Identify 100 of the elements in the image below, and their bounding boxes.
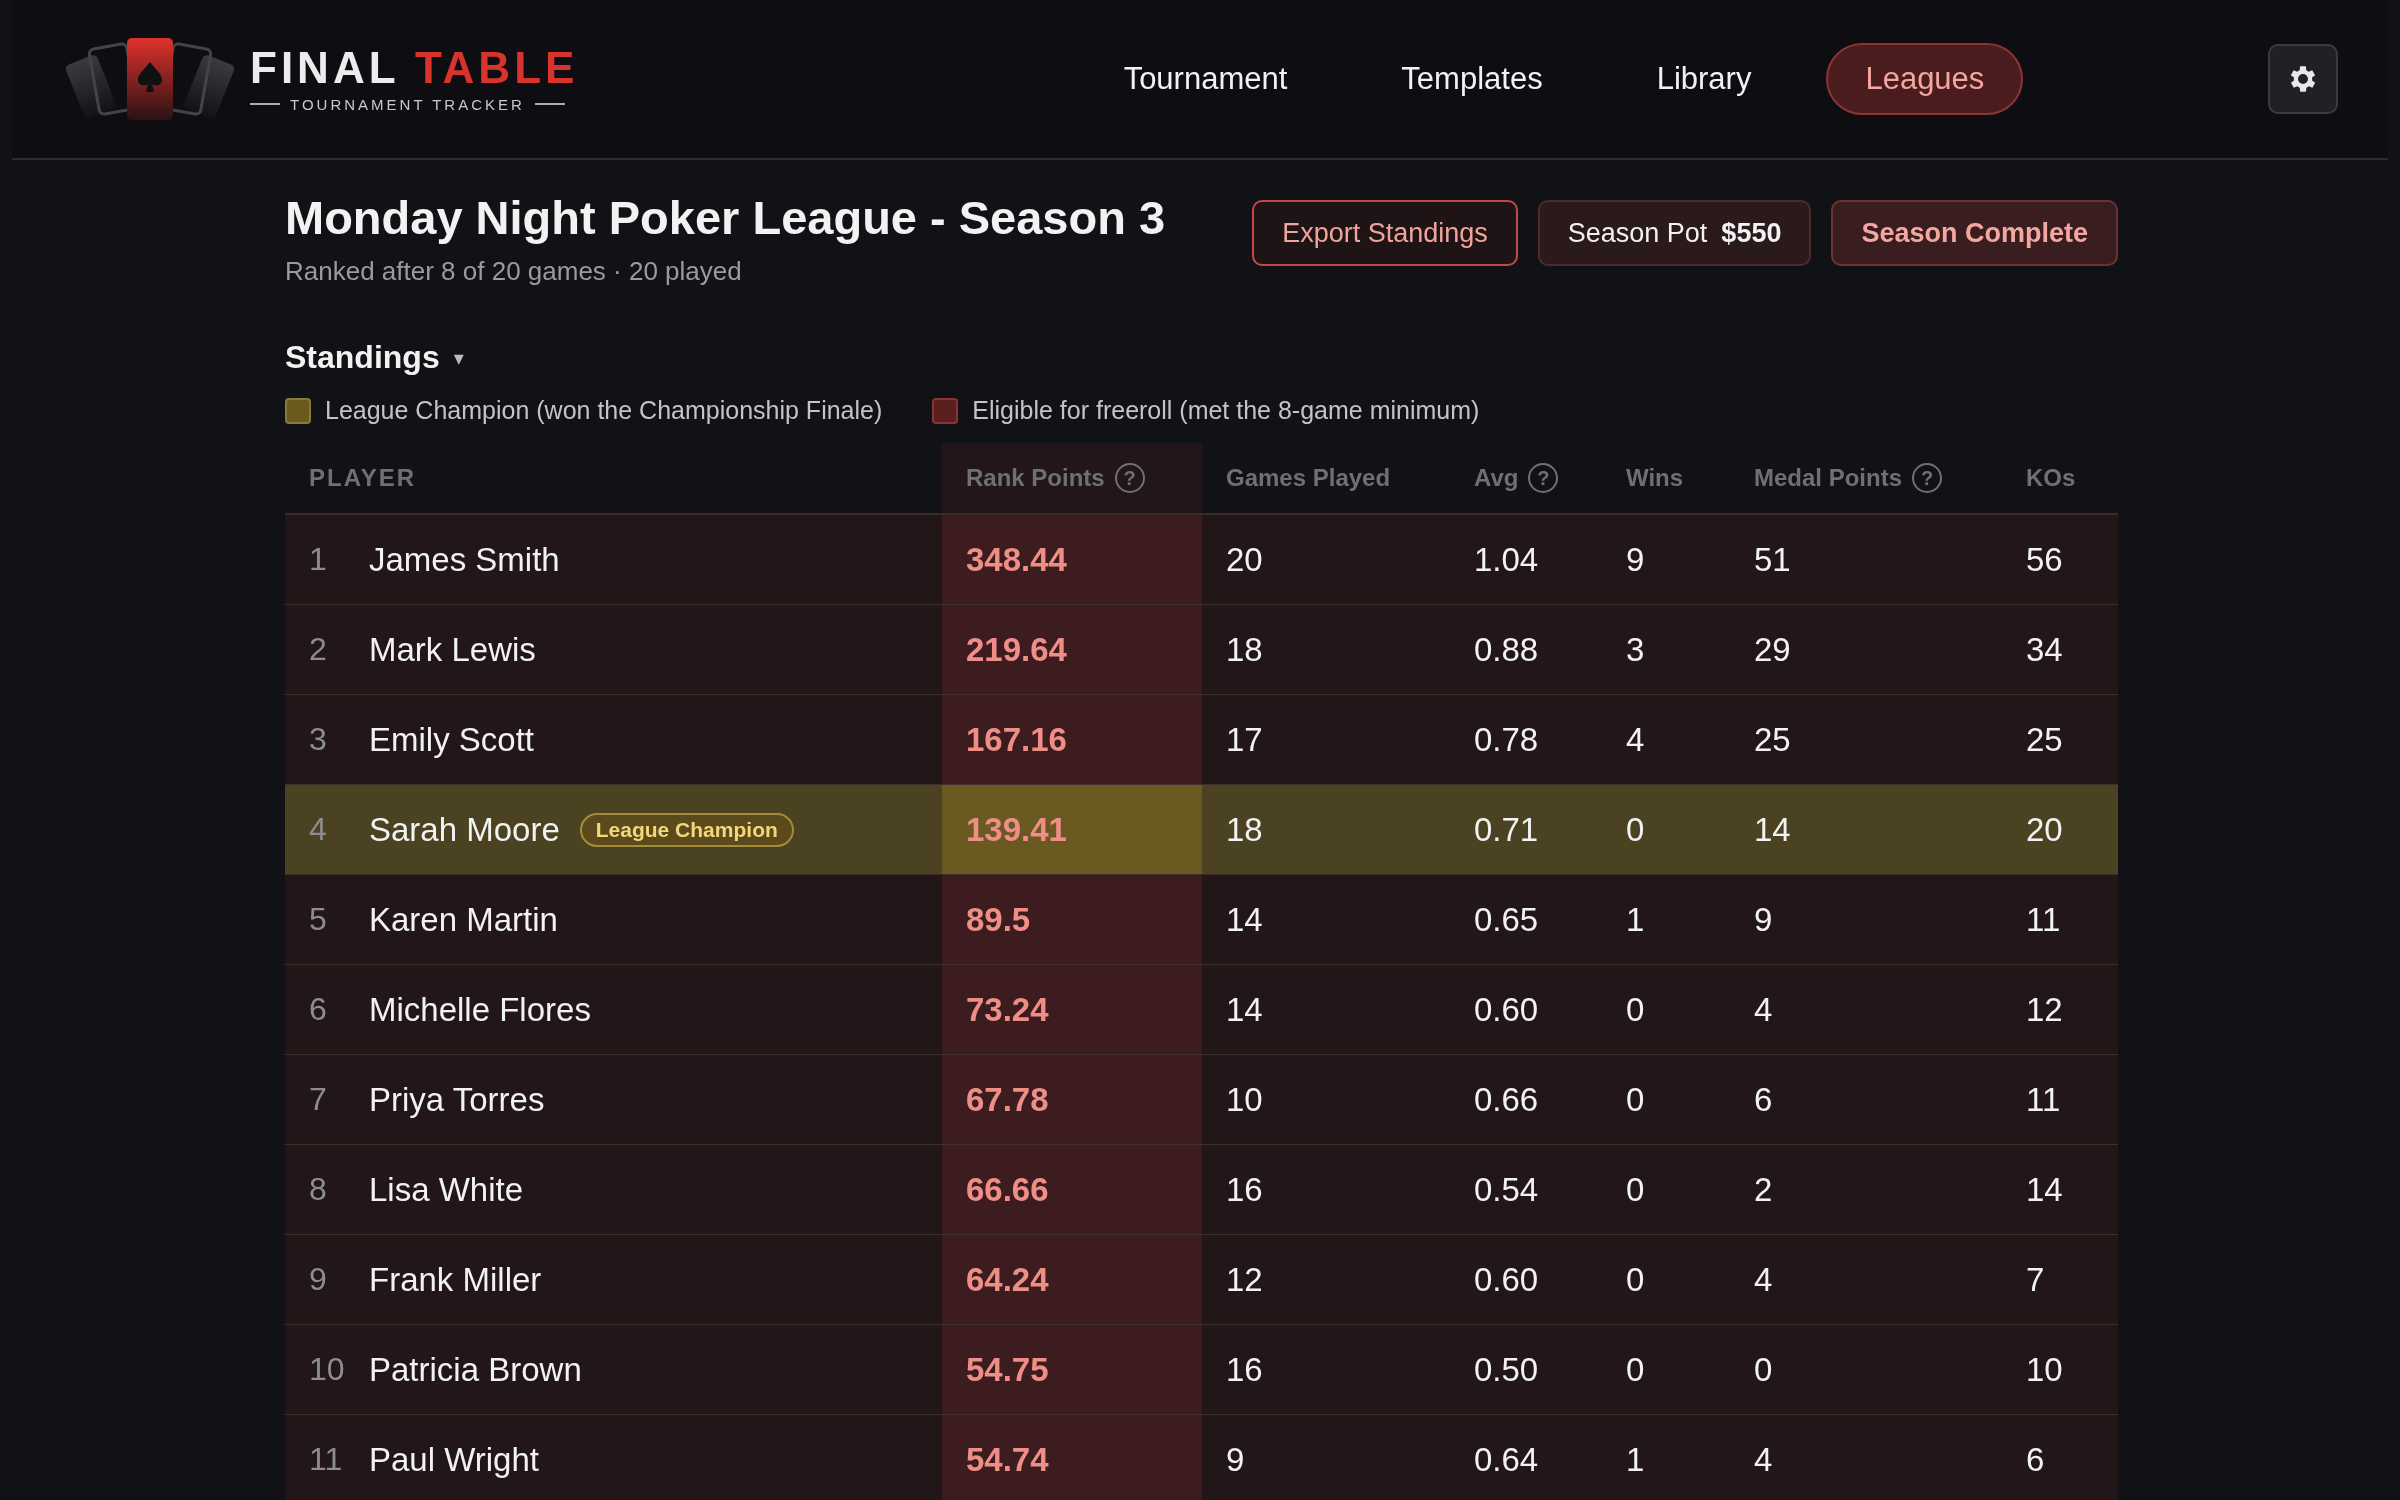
- help-icon[interactable]: ?: [1528, 463, 1559, 494]
- average: 1.04: [1474, 540, 1539, 579]
- rank-points: 219.64: [966, 630, 1067, 669]
- wins: 0: [1626, 810, 1645, 849]
- rank-number: 11: [309, 1441, 344, 1479]
- season-pot-label: Season Pot: [1567, 217, 1708, 249]
- knockouts: 14: [2026, 1170, 2063, 1209]
- player-name: Patricia Brown: [369, 1350, 582, 1389]
- rank-number: 4: [309, 811, 328, 849]
- wins: 0: [1626, 990, 1645, 1029]
- column-header: PLAYER: [309, 464, 417, 493]
- page-subtitle: Ranked after 8 of 20 games · 20 played: [285, 256, 743, 288]
- help-icon[interactable]: ?: [1912, 463, 1943, 494]
- nav-tab[interactable]: Leagues: [1826, 43, 2024, 115]
- wins: 0: [1626, 1170, 1645, 1209]
- rank-number: 3: [309, 721, 328, 759]
- wins: 3: [1626, 630, 1645, 669]
- player-name: Sarah Moore: [369, 810, 560, 849]
- wins: 1: [1626, 1440, 1645, 1479]
- games-played: 17: [1226, 720, 1263, 759]
- wins: 9: [1626, 540, 1645, 579]
- knockouts: 25: [2026, 720, 2063, 759]
- nav-tab[interactable]: Templates: [1362, 43, 1582, 115]
- rank-points: 89.5: [966, 900, 1031, 939]
- average: 0.71: [1474, 810, 1539, 849]
- logo-wordmark: FINAL: [250, 42, 399, 92]
- knockouts: 11: [2026, 900, 2061, 939]
- rank-number: 10: [309, 1351, 346, 1389]
- export-button[interactable]: Export Standings: [1252, 200, 1518, 266]
- column-header: KOs: [2026, 464, 2076, 493]
- average: 0.78: [1474, 720, 1539, 759]
- medal-points: 9: [1754, 900, 1773, 939]
- average: 0.64: [1474, 1440, 1539, 1479]
- player-name: Emily Scott: [369, 720, 535, 759]
- page-title: Monday Night Poker League - Season 3: [285, 190, 1166, 246]
- rank-points: 67.78: [966, 1080, 1049, 1119]
- knockouts: 34: [2026, 630, 2063, 669]
- average: 0.50: [1474, 1350, 1539, 1389]
- rank-points: 66.66: [966, 1170, 1049, 1209]
- games-played: 18: [1226, 630, 1263, 669]
- average: 0.66: [1474, 1080, 1539, 1119]
- medal-points: 4: [1754, 1440, 1773, 1479]
- rank-number: 7: [309, 1081, 328, 1119]
- rank-points: 64.24: [966, 1260, 1049, 1299]
- knockouts: 56: [2026, 540, 2063, 579]
- season-status-badge: Season Complete: [1831, 200, 2118, 266]
- nav-tab[interactable]: Tournament: [1084, 43, 1327, 115]
- column-header: Avg: [1474, 464, 1519, 493]
- games-played: 14: [1226, 900, 1263, 939]
- nav-tab[interactable]: Library: [1617, 43, 1791, 115]
- player-name: Paul Wright: [369, 1440, 539, 1479]
- column-header: Rank Points: [966, 464, 1105, 493]
- player-name: Mark Lewis: [369, 630, 536, 669]
- season-pot-amount: $550: [1721, 217, 1782, 249]
- medal-points: 51: [1754, 540, 1791, 579]
- medal-points: 2: [1754, 1170, 1773, 1209]
- medal-points: 29: [1754, 630, 1791, 669]
- knockouts: 7: [2026, 1260, 2045, 1299]
- medal-points: 25: [1754, 720, 1791, 759]
- player-name: Lisa White: [369, 1170, 524, 1209]
- standings-toggle[interactable]: Standings ▾: [285, 339, 464, 377]
- rank-points: 54.75: [966, 1350, 1049, 1389]
- games-played: 18: [1226, 810, 1263, 849]
- games-played: 14: [1226, 990, 1263, 1029]
- rank-points: 54.74: [966, 1440, 1049, 1479]
- average: 0.60: [1474, 990, 1539, 1029]
- wins: 0: [1626, 1350, 1645, 1389]
- rank-number: 5: [309, 901, 328, 939]
- settings-button[interactable]: [2268, 44, 2338, 114]
- knockouts: 10: [2026, 1350, 2063, 1389]
- rank-number: 2: [309, 631, 328, 669]
- games-played: 9: [1226, 1440, 1245, 1479]
- knockouts: 11: [2026, 1080, 2061, 1119]
- medal-points: 4: [1754, 1260, 1773, 1299]
- rank-number: 9: [309, 1261, 328, 1299]
- games-played: 10: [1226, 1080, 1263, 1119]
- rank-points: 73.24: [966, 990, 1049, 1029]
- column-header: Games Played: [1226, 464, 1391, 493]
- knockouts: 12: [2026, 990, 2063, 1029]
- average: 0.54: [1474, 1170, 1539, 1209]
- player-name: Priya Torres: [369, 1080, 545, 1119]
- rank-number: 1: [309, 541, 328, 579]
- medal-points: 6: [1754, 1080, 1773, 1119]
- help-icon[interactable]: ?: [1114, 463, 1145, 494]
- games-played: 20: [1226, 540, 1263, 579]
- column-header: Medal Points: [1754, 464, 1903, 493]
- wins: 4: [1626, 720, 1645, 759]
- average: 0.60: [1474, 1260, 1539, 1299]
- champion-badge: League Champion: [579, 812, 794, 847]
- wins: 0: [1626, 1260, 1645, 1299]
- logo-tagline: TOURNAMENT TRACKER: [290, 95, 525, 113]
- knockouts: 6: [2026, 1440, 2045, 1479]
- column-header: Wins: [1626, 464, 1684, 493]
- player-name: James Smith: [369, 540, 560, 579]
- rank-number: 8: [309, 1171, 328, 1209]
- medal-points: 4: [1754, 990, 1773, 1029]
- games-played: 16: [1226, 1350, 1263, 1389]
- average: 0.65: [1474, 900, 1539, 939]
- games-played: 16: [1226, 1170, 1263, 1209]
- player-name: Frank Miller: [369, 1260, 542, 1299]
